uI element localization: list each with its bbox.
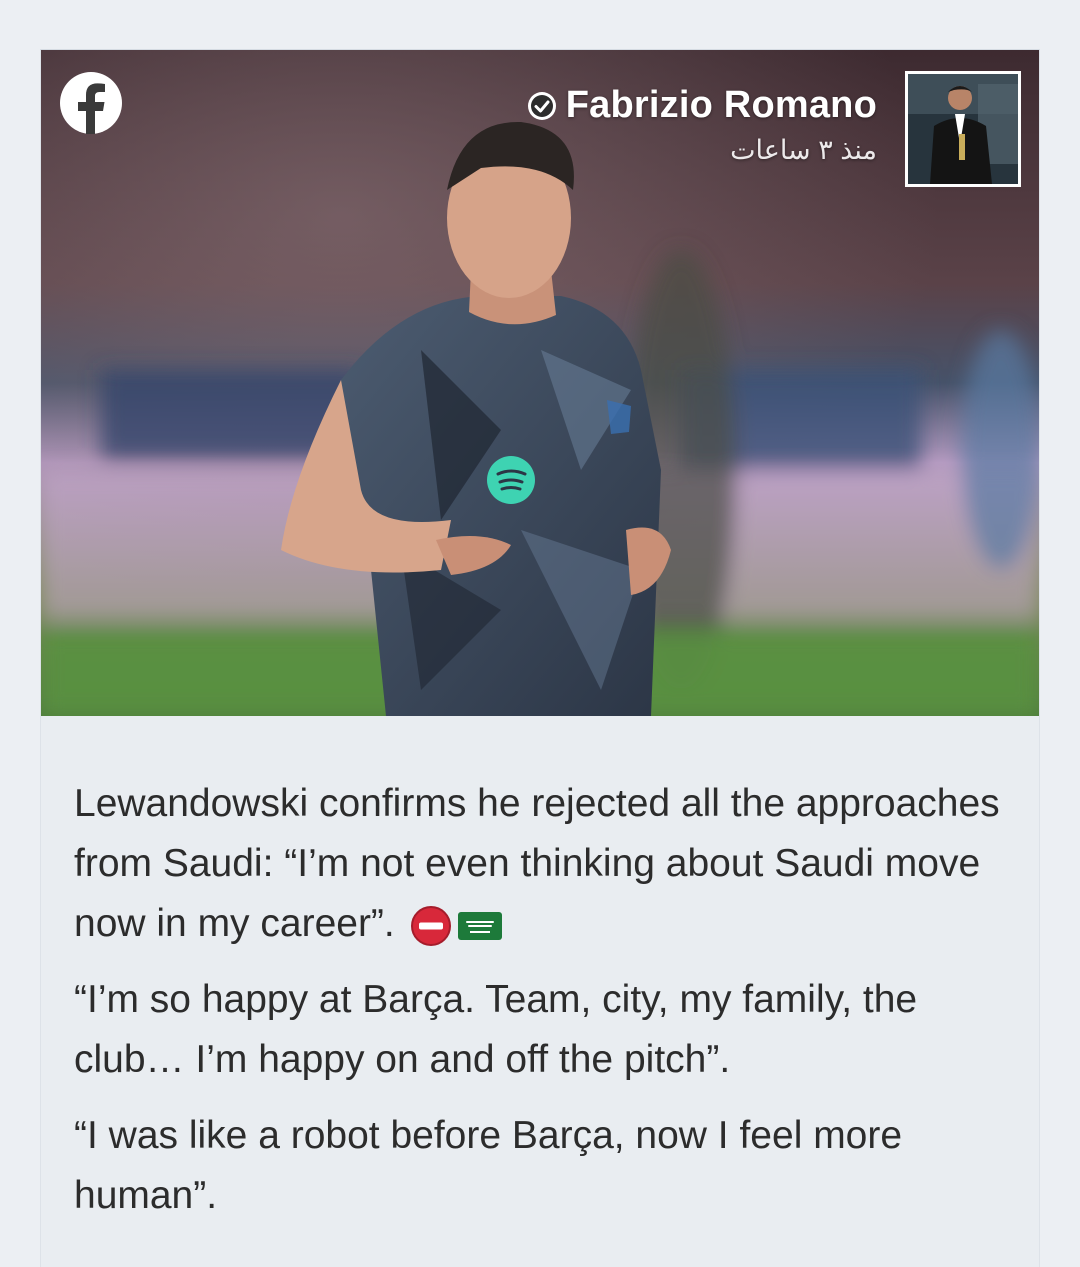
avatar-photo	[908, 74, 1018, 184]
paragraph-text: Lewandowski confirms he rejected all the…	[74, 782, 1000, 945]
no-entry-emoji	[410, 905, 451, 946]
post-paragraph: “I was like a robot before Barça, now I …	[74, 1114, 903, 1217]
saudi-arabia-flag-emoji	[457, 911, 502, 940]
news-card[interactable]: Fabrizio Romano منذ ٣ ساعات Lewandowski …	[40, 49, 1040, 1267]
post-timestamp: منذ ٣ ساعات	[730, 135, 877, 165]
post-paragraph: Lewandowski confirms he rejected all the…	[74, 774, 1014, 954]
verified-check-icon	[527, 91, 556, 120]
post-image[interactable]: Fabrizio Romano منذ ٣ ساعات	[41, 50, 1039, 716]
facebook-icon[interactable]	[59, 71, 123, 135]
author-row[interactable]: Fabrizio Romano	[526, 84, 877, 127]
author-name[interactable]: Fabrizio Romano	[566, 84, 877, 127]
post-body: Lewandowski confirms he rejected all the…	[74, 774, 1014, 1242]
author-avatar[interactable]	[905, 71, 1021, 187]
post-header: Fabrizio Romano منذ ٣ ساعات	[526, 84, 877, 166]
post-paragraph: “I’m so happy at Barça. Team, city, my f…	[74, 978, 918, 1081]
